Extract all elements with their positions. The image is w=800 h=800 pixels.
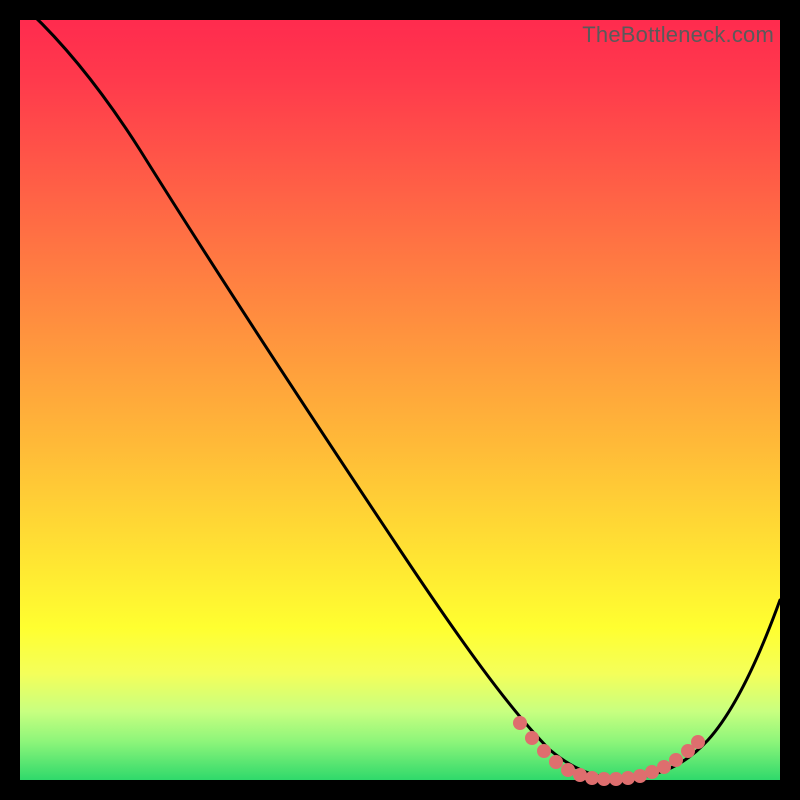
optimal-dot: [621, 771, 635, 785]
bottleneck-curve-path: [30, 12, 780, 778]
chart-frame: TheBottleneck.com: [20, 20, 780, 780]
optimal-dot: [537, 744, 551, 758]
optimal-dot: [609, 772, 623, 786]
optimal-dot: [525, 731, 539, 745]
optimal-dot: [513, 716, 527, 730]
optimal-dot: [633, 769, 647, 783]
optimal-band-dots: [513, 716, 705, 786]
optimal-dot: [691, 735, 705, 749]
optimal-dot: [669, 753, 683, 767]
optimal-dot: [585, 771, 599, 785]
optimal-dot: [549, 755, 563, 769]
optimal-dot: [657, 760, 671, 774]
chart-svg: [20, 20, 780, 780]
optimal-dot: [645, 765, 659, 779]
optimal-dot: [573, 768, 587, 782]
optimal-dot: [597, 772, 611, 786]
optimal-dot: [561, 763, 575, 777]
